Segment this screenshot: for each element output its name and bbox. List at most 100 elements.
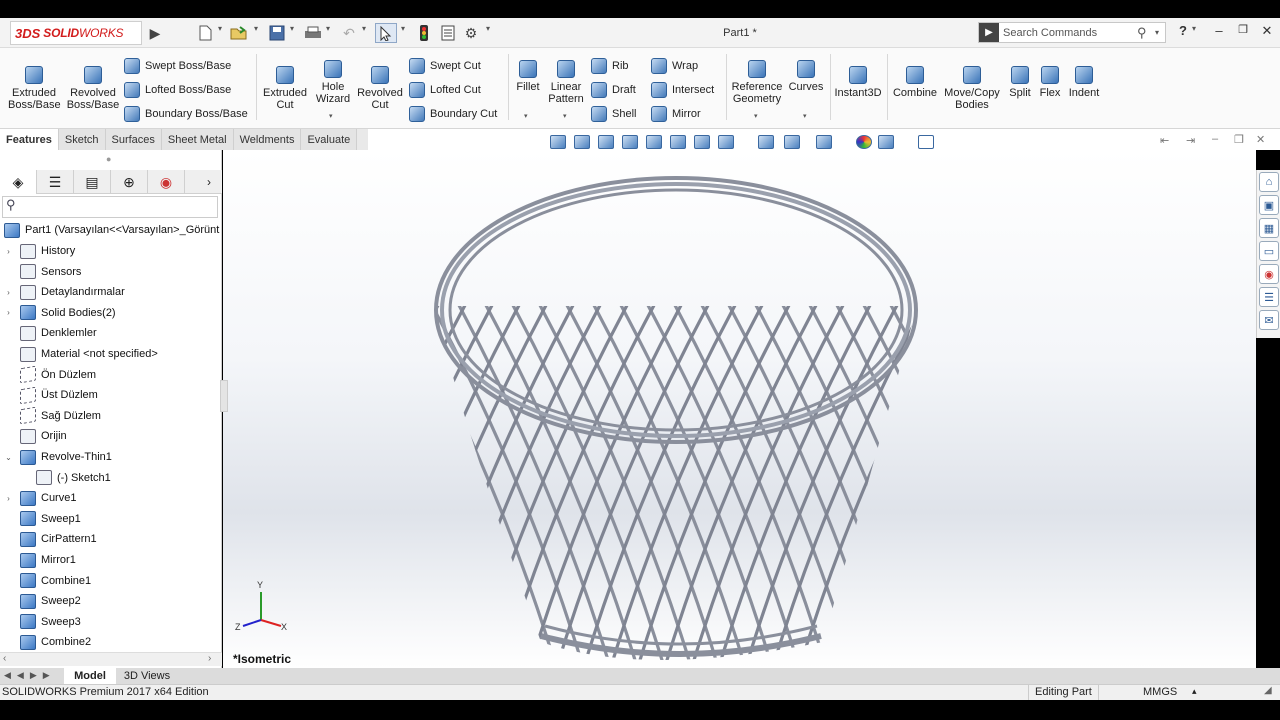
reference-geometry-dropdown-icon[interactable]: ▾ [754, 112, 758, 120]
options-dropdown-icon[interactable]: ▾ [486, 24, 490, 33]
swept-cut-button[interactable]: Swept Cut [409, 58, 481, 74]
zoom-to-area-icon[interactable] [574, 135, 590, 149]
select-pointer-icon[interactable] [375, 23, 397, 43]
forum-icon[interactable]: ✉ [1259, 310, 1279, 330]
viewport-close-icon[interactable]: ✕ [1256, 133, 1265, 146]
tree-item[interactable]: › History [0, 241, 220, 261]
feature-tree-filter[interactable]: ⚲ [2, 196, 218, 218]
tree-item[interactable]: (-) Sketch1 [0, 468, 220, 488]
units-selector[interactable]: MMGS [1143, 686, 1177, 698]
expand-arrow-icon[interactable]: › [0, 288, 14, 297]
dynamic-annotation-icon[interactable] [646, 135, 662, 149]
tree-item[interactable]: › Detaylandırmalar [0, 282, 220, 302]
custom-properties-icon[interactable]: ☰ [1259, 287, 1279, 307]
menu-expand-arrow-icon[interactable]: ▶ [146, 23, 164, 43]
hole-wizard-button[interactable]: Hole Wizard [312, 60, 354, 105]
open-dropdown-icon[interactable]: ▾ [254, 24, 258, 33]
split-button[interactable]: Split [1006, 66, 1034, 99]
viewport-restore-icon[interactable]: ❐ [1234, 133, 1244, 146]
graphics-area[interactable]: Y X Z *Isometric [223, 150, 1256, 668]
display-style-box-icon[interactable] [784, 135, 800, 149]
new-document-icon[interactable] [194, 23, 216, 43]
tree-item[interactable]: › Curve1 [0, 488, 220, 508]
boundary-cut-button[interactable]: Boundary Cut [409, 106, 497, 122]
viewport-minimize-icon[interactable]: – [1212, 133, 1218, 145]
flex-button[interactable]: Flex [1037, 66, 1063, 99]
tree-item[interactable]: Sweep3 [0, 612, 220, 632]
tab-weldments[interactable]: Weldments [233, 129, 302, 150]
design-library-icon[interactable]: ▦ [1259, 218, 1279, 238]
extruded-cut-button[interactable]: Extruded Cut [262, 66, 308, 111]
scroll-right-icon[interactable]: › [208, 653, 211, 664]
tab-evaluate[interactable]: Evaluate [301, 129, 358, 150]
linear-pattern-button[interactable]: Linear Pattern [546, 60, 586, 105]
help-dropdown-icon[interactable]: ▾ [1192, 24, 1196, 33]
dimxpert-manager-tab-icon[interactable]: ⊕ [111, 170, 148, 194]
tree-horizontal-scrollbar[interactable]: ‹ › [0, 652, 222, 666]
zoom-to-fit-icon[interactable] [550, 135, 566, 149]
combine-button[interactable]: Combine [891, 66, 939, 99]
instant3d-button[interactable]: Instant3D [833, 66, 883, 99]
panel-tabs-more-icon[interactable]: › [196, 170, 222, 194]
apply-scene-icon[interactable] [878, 135, 894, 149]
rib-button[interactable]: Rib [591, 58, 629, 74]
print-dropdown-icon[interactable]: ▾ [326, 24, 330, 33]
expand-arrow-icon[interactable]: › [0, 494, 14, 503]
rebuild-icon[interactable] [413, 23, 435, 43]
appearances-icon[interactable]: ◉ [1259, 264, 1279, 284]
tree-item[interactable]: Orijin [0, 426, 220, 446]
scroll-left-icon[interactable]: ‹ [3, 653, 6, 664]
undo-icon[interactable]: ↶ [338, 23, 360, 43]
linear-pattern-dropdown-icon[interactable]: ▾ [563, 112, 567, 120]
indent-button[interactable]: Indent [1066, 66, 1102, 99]
extruded-boss-button[interactable]: Extruded Boss/Base [8, 66, 61, 111]
display-style-icon[interactable] [694, 135, 710, 149]
tree-item[interactable]: Mirror1 [0, 550, 220, 570]
hide-show-items-icon[interactable] [758, 135, 774, 149]
section-view-icon[interactable] [622, 135, 638, 149]
tab-sheet-metal[interactable]: Sheet Metal [161, 129, 234, 150]
appearance-ball-icon[interactable] [856, 135, 872, 149]
units-dropdown-icon[interactable]: ▴ [1192, 686, 1197, 697]
viewport-collapse-right-icon[interactable]: ⇥ [1186, 134, 1195, 147]
shell-button[interactable]: Shell [591, 106, 636, 122]
select-dropdown-icon[interactable]: ▾ [401, 24, 405, 33]
resources-icon[interactable]: ▣ [1259, 195, 1279, 215]
draft-button[interactable]: Draft [591, 82, 636, 98]
view-3d-icon[interactable] [670, 135, 686, 149]
expand-arrow-icon[interactable]: › [0, 308, 14, 317]
open-icon[interactable] [228, 23, 250, 43]
new-dropdown-icon[interactable]: ▾ [218, 24, 222, 33]
search-dropdown-icon[interactable]: ▾ [1155, 28, 1165, 37]
tab-sketch[interactable]: Sketch [58, 129, 106, 150]
configuration-manager-tab-icon[interactable]: ▤ [74, 170, 111, 194]
lofted-cut-button[interactable]: Lofted Cut [409, 82, 481, 98]
revolved-cut-button[interactable]: Revolved Cut [357, 66, 403, 111]
curves-dropdown-icon[interactable]: ▾ [803, 112, 807, 120]
tree-item[interactable]: ⌄ Revolve-Thin1 [0, 447, 220, 467]
file-properties-icon[interactable] [437, 23, 459, 43]
tree-item[interactable]: Denklemler [0, 323, 220, 343]
tree-item[interactable]: Üst Düzlem [0, 385, 220, 405]
file-explorer-icon[interactable]: ▭ [1259, 241, 1279, 261]
swept-boss-button[interactable]: Swept Boss/Base [124, 58, 231, 74]
move-copy-bodies-button[interactable]: Move/Copy Bodies [943, 66, 1001, 111]
tree-item[interactable]: Sensors [0, 262, 220, 282]
view-settings-monitor-icon[interactable] [918, 135, 934, 149]
search-icon[interactable]: ⚲ [1137, 25, 1155, 41]
tree-root[interactable]: Part1 (Varsayılan<<Varsayılan>_Görünt [0, 220, 220, 240]
resize-grip-icon[interactable]: ◢ [1264, 685, 1272, 696]
tab-features[interactable]: Features [0, 129, 59, 150]
search-input[interactable]: Search Commands [999, 27, 1137, 39]
restore-icon[interactable]: ❐ [1232, 23, 1254, 43]
search-commands[interactable]: ▶ Search Commands ⚲ ▾ [978, 22, 1166, 43]
expand-arrow-icon[interactable]: ⌄ [0, 453, 14, 462]
tree-item[interactable]: Combine1 [0, 571, 220, 591]
tab-navigation-arrows-icon[interactable]: ◀◀▶▶ [4, 670, 56, 681]
tree-item[interactable]: Combine2 [0, 632, 220, 652]
mirror-button[interactable]: Mirror [651, 106, 701, 122]
intersect-button[interactable]: Intersect [651, 82, 714, 98]
fillet-button[interactable]: Fillet [512, 60, 544, 93]
display-manager-tab-icon[interactable]: ◉ [148, 170, 185, 194]
tree-item[interactable]: › Solid Bodies(2) [0, 303, 220, 323]
